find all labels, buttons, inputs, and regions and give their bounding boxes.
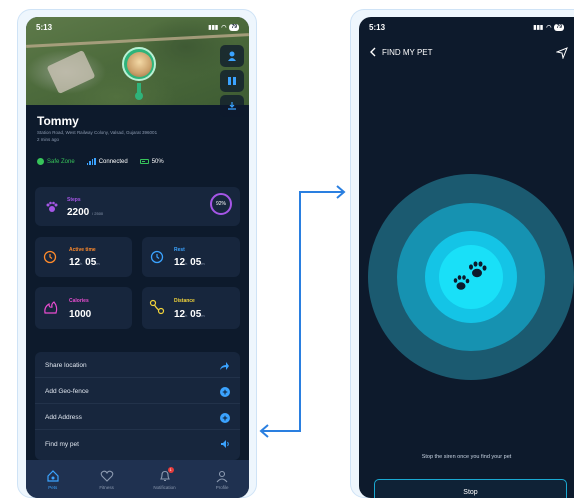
add-geofence-row[interactable]: Add Geo-fence + — [35, 380, 240, 404]
download-icon — [228, 102, 236, 110]
steps-label: Steps — [67, 197, 81, 203]
calories-value: 1000 — [69, 309, 92, 320]
plus-icon: + — [220, 386, 230, 397]
status-bar: 5:13 ▮▮▮ ◠ 79 — [26, 17, 249, 37]
paw-house-icon — [46, 469, 60, 483]
steps-value: 2200 / 2500 — [67, 207, 104, 218]
active-time-label: Active time — [69, 247, 96, 253]
screen-header: FIND MY PET — [369, 47, 433, 57]
map-layers-button[interactable] — [220, 70, 244, 92]
safe-zone-label: Safe Zone — [47, 158, 75, 165]
person-pin-icon — [228, 51, 236, 61]
nav-profile[interactable]: Profile — [215, 469, 229, 490]
active-time-value: 12h 05m — [69, 257, 100, 268]
safe-zone-badge: Safe Zone — [37, 158, 75, 165]
action-label: Share location — [45, 362, 87, 369]
status-badges: Safe Zone Connected 50% — [37, 158, 164, 165]
layers-icon — [228, 77, 236, 85]
active-time-card[interactable]: Active time 12h 05m — [35, 237, 132, 277]
connection-badge: Connected — [86, 158, 128, 165]
pin-dot — [135, 92, 143, 100]
steps-card[interactable]: Steps 2200 / 2500 92% — [35, 187, 240, 226]
siren-core[interactable] — [439, 245, 503, 309]
siren-pulse-ring-inner — [425, 231, 517, 323]
rest-value: 12h 05m — [174, 257, 205, 268]
distance-card[interactable]: Distance 12h 05m — [142, 287, 240, 329]
nav-pets[interactable]: Pets — [46, 469, 60, 490]
find-my-pet-row[interactable]: Find my pet — [35, 432, 240, 456]
status-time: 5:13 — [369, 22, 386, 32]
stop-siren-button[interactable]: Stop — [374, 479, 567, 498]
person-icon — [215, 469, 229, 483]
pet-avatar — [126, 51, 152, 77]
notification-badge: 1 — [167, 466, 174, 473]
status-time: 5:13 — [36, 22, 53, 32]
back-chevron-icon[interactable] — [369, 47, 376, 57]
actions-list: Share location Add Geo-fence + Add Addre… — [35, 352, 240, 460]
paw-icon — [46, 201, 58, 212]
map-toolbar — [220, 45, 244, 117]
arrowhead-left-icon — [259, 424, 269, 438]
action-label: Find my pet — [45, 440, 79, 448]
connected-label: Connected — [98, 158, 128, 165]
nav-label: Profile — [215, 484, 229, 490]
download-button[interactable] — [220, 95, 244, 117]
signal-icon: ▮▮▮ — [208, 24, 219, 31]
share-arrow-icon — [220, 361, 229, 370]
battery-icon: 79 — [229, 23, 239, 31]
plus-icon: + — [220, 412, 230, 423]
check-icon — [37, 158, 44, 165]
distance-value: 12h 05m — [174, 309, 205, 320]
paw-prints-icon — [453, 261, 487, 290]
status-bar: 5:13 ▮▮▮ ◠ 79 — [359, 17, 574, 37]
clock-icon — [43, 250, 57, 264]
signal-bars-icon — [86, 158, 96, 165]
calories-label: Calories — [69, 298, 89, 304]
wifi-icon: ◠ — [221, 24, 227, 31]
speaker-icon — [221, 440, 229, 448]
find-my-pet-screen: 5:13 ▮▮▮ ◠ 79 FIND MY PET Stop the siren… — [359, 17, 574, 498]
send-icon[interactable] — [556, 47, 568, 59]
action-label: Add Geo-fence — [45, 388, 89, 395]
pet-location-pin[interactable] — [122, 47, 156, 81]
steps-progress-ring: 92% — [210, 193, 232, 215]
nav-notification[interactable]: 1 Notification — [153, 466, 176, 490]
heart-icon — [100, 469, 114, 483]
distance-label: Distance — [174, 298, 195, 304]
siren-pulse-ring-middle — [397, 203, 545, 351]
share-location-row[interactable]: Share location — [35, 354, 240, 378]
pet-dashboard-screen: 5:13 ▮▮▮ ◠ 79 Tommy Station Road, West R… — [26, 17, 249, 498]
rest-card[interactable]: Rest 12h 05m — [142, 237, 240, 277]
arrowhead-right-icon — [336, 185, 346, 199]
nav-label: Fitness — [99, 484, 114, 490]
moon-clock-icon — [150, 250, 164, 264]
nav-label: Notification — [153, 484, 176, 490]
rest-label: Rest — [174, 247, 185, 253]
battery-label: 50% — [151, 158, 164, 165]
wifi-icon: ◠ — [546, 24, 552, 31]
map-building — [46, 49, 96, 95]
pet-name: Tommy — [37, 114, 79, 128]
status-icons: ▮▮▮ ◠ 79 — [533, 23, 564, 31]
action-label: Add Address — [45, 414, 82, 421]
battery-badge: 50% — [139, 158, 164, 165]
route-icon — [149, 299, 165, 315]
bottom-navigation: Pets Fitness 1 Notification Profile — [26, 460, 249, 498]
screen-title: FIND MY PET — [382, 47, 433, 57]
pet-address: Station Road, West Railway Colony, Valsa… — [37, 130, 158, 135]
battery-icon: 79 — [554, 23, 564, 31]
siren-instruction: Stop the siren once you find your pet — [421, 454, 512, 460]
status-icons: ▮▮▮ ◠ 79 — [208, 23, 239, 31]
add-address-row[interactable]: Add Address + — [35, 406, 240, 430]
flame-icon — [44, 301, 58, 314]
battery-level-icon — [139, 159, 149, 164]
nav-label: Pets — [48, 484, 58, 490]
last-updated: 2 mins ago — [37, 137, 60, 142]
siren-pulse-ring-outer — [368, 174, 574, 380]
nav-fitness[interactable]: Fitness — [99, 469, 114, 490]
calories-card[interactable]: Calories 1000 — [35, 287, 132, 329]
signal-icon: ▮▮▮ — [533, 24, 544, 31]
pet-locate-button[interactable] — [220, 45, 244, 67]
